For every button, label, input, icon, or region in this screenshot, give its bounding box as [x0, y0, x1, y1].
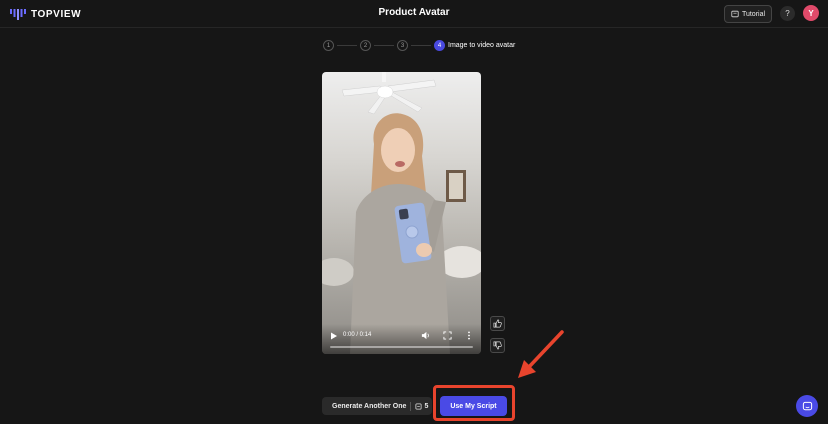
video-controls: 0:00 / 0:14 — [322, 324, 481, 354]
step-1: 1 — [323, 40, 334, 51]
book-icon — [731, 10, 739, 18]
more-vertical-icon[interactable] — [466, 331, 472, 340]
tutorial-button[interactable]: Tutorial — [724, 5, 772, 23]
stepper: 1 2 3 4 Image to video avatar — [323, 40, 515, 51]
active-step-label: Image to video avatar — [448, 42, 516, 49]
page-title: Product Avatar — [378, 7, 450, 18]
divider — [410, 401, 412, 411]
step-connector — [337, 45, 357, 46]
generate-another-button[interactable]: Generate Another One 5 — [322, 397, 432, 415]
step-4: 4 — [434, 40, 445, 51]
avatar[interactable]: Y — [803, 5, 819, 21]
credit-cost: 5 — [424, 402, 429, 410]
avatar-video-player[interactable]: 0:00 / 0:14 — [322, 72, 481, 354]
play-icon[interactable] — [330, 332, 338, 340]
fullscreen-icon[interactable] — [443, 331, 452, 340]
step-connector — [374, 45, 394, 46]
help-button[interactable]: ? — [780, 6, 795, 21]
step-connector — [411, 45, 431, 46]
video-frame-illustration — [322, 72, 481, 354]
red-arrow-annotation — [518, 330, 564, 378]
generate-another-label: Generate Another One — [332, 402, 407, 410]
video-progress-bar[interactable] — [330, 346, 473, 348]
thumbs-up-icon — [493, 319, 502, 328]
thumbs-down-icon — [493, 341, 502, 350]
volume-icon[interactable] — [421, 331, 430, 340]
use-my-script-button[interactable]: Use My Script — [440, 396, 507, 416]
dislike-button[interactable] — [490, 338, 505, 353]
top-bar: TOPVIEW Product Avatar Tutorial ? Y — [0, 0, 828, 28]
chat-icon — [802, 401, 812, 410]
step-3: 3 — [397, 40, 408, 51]
like-button[interactable] — [490, 316, 505, 331]
step-2: 2 — [360, 40, 371, 51]
video-time: 0:00 / 0:14 — [343, 332, 372, 338]
chat-support-button[interactable] — [796, 395, 818, 417]
tutorial-label: Tutorial — [741, 10, 766, 18]
coin-icon — [415, 402, 422, 410]
